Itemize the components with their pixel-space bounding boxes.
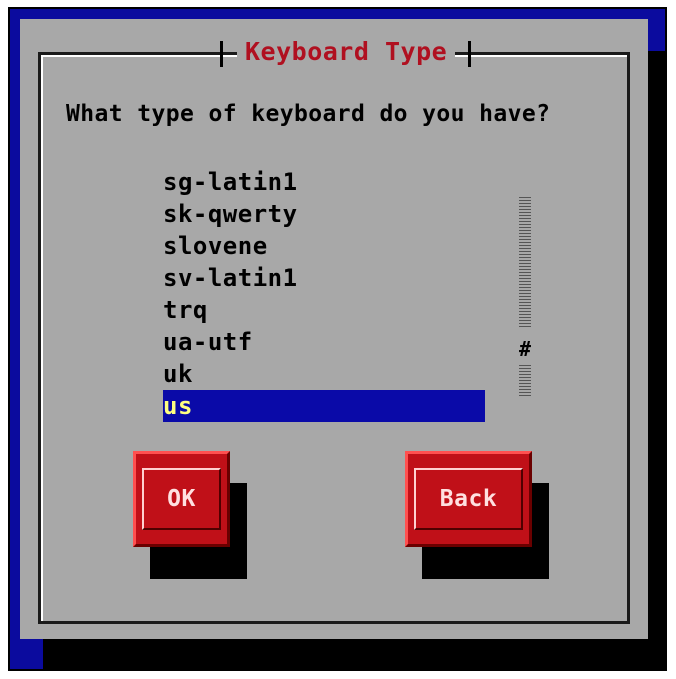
- ok-button-label: OK: [142, 468, 221, 530]
- scrollbar-thumb[interactable]: #: [517, 339, 533, 359]
- list-item[interactable]: sg-latin1: [163, 166, 485, 198]
- dialog-highlight-left: [41, 55, 43, 621]
- list-item-selected[interactable]: us: [163, 390, 485, 422]
- keyboard-list[interactable]: sg-latin1 sk-qwerty slovene sv-latin1 tr…: [163, 166, 485, 422]
- list-item[interactable]: uk: [163, 358, 485, 390]
- dialog-title: Keyboard Type: [237, 37, 456, 67]
- list-item[interactable]: trq: [163, 294, 485, 326]
- scrollbar-track-lower[interactable]: [519, 363, 531, 396]
- title-bracket-right: [468, 41, 471, 67]
- list-item[interactable]: sk-qwerty: [163, 198, 485, 230]
- keyboard-type-dialog: Keyboard Type What type of keyboard do y…: [20, 19, 648, 639]
- title-bracket-left: [220, 41, 223, 67]
- back-button[interactable]: Back: [405, 451, 532, 547]
- list-scrollbar[interactable]: #: [517, 196, 533, 396]
- ok-button[interactable]: OK: [133, 451, 230, 547]
- list-item[interactable]: slovene: [163, 230, 485, 262]
- back-button-label: Back: [414, 468, 523, 530]
- dialog-border-bottom: [38, 621, 630, 624]
- dialog-border-right: [627, 52, 630, 624]
- list-item[interactable]: ua-utf: [163, 326, 485, 358]
- dialog-prompt: What type of keyboard do you have?: [66, 101, 551, 127]
- installer-screen: Keyboard Type What type of keyboard do y…: [8, 7, 667, 671]
- scrollbar-track-upper[interactable]: [519, 196, 531, 327]
- list-item[interactable]: sv-latin1: [163, 262, 485, 294]
